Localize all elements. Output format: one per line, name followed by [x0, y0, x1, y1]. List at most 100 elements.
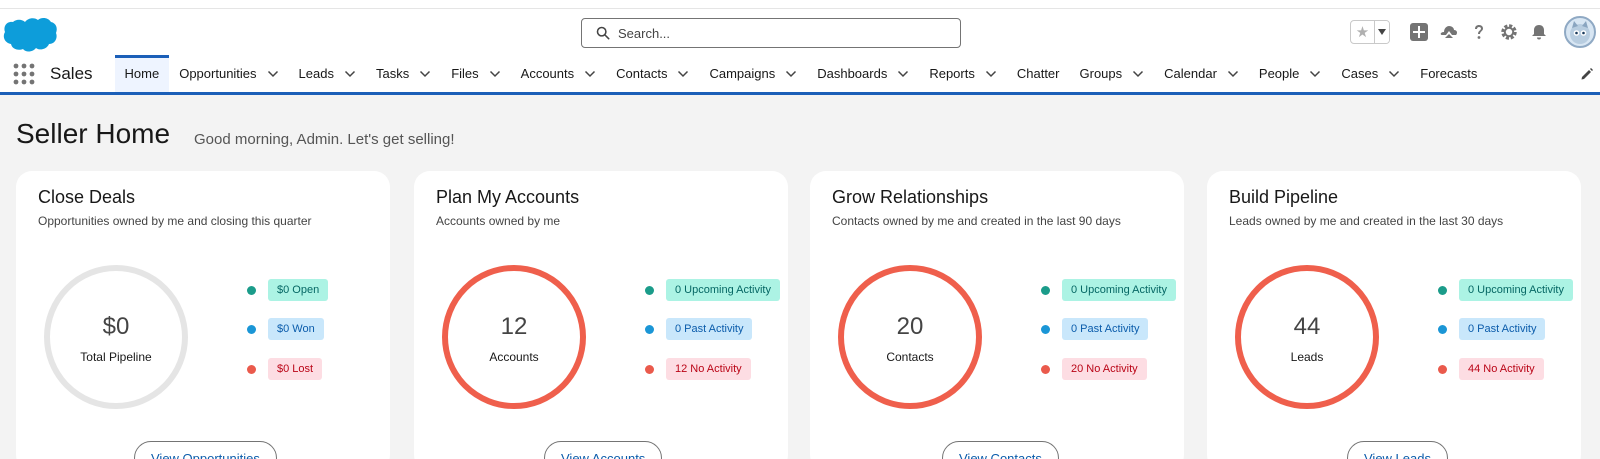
nav-tab-groups[interactable]: Groups	[1070, 55, 1155, 92]
app-name: Sales	[50, 63, 93, 83]
card-title: Close Deals	[38, 187, 136, 207]
nav-tab-campaigns[interactable]: Campaigns	[699, 55, 807, 92]
chevron-down-icon[interactable]	[1132, 68, 1144, 80]
legend-item: 0 Past Activity	[645, 318, 753, 340]
legend-pill[interactable]: 0 Upcoming Activity	[1459, 279, 1573, 301]
nav-tab-leads[interactable]: Leads	[289, 55, 366, 92]
legend-item: 0 Upcoming Activity	[1041, 279, 1176, 301]
nav-tab-dashboards[interactable]: Dashboards	[807, 55, 919, 92]
ring-label: Total Pipeline	[80, 350, 152, 364]
legend-dot	[645, 285, 654, 295]
trailhead-button[interactable]	[1434, 17, 1464, 47]
top-strip	[0, 0, 1600, 9]
legend-dot	[645, 324, 654, 334]
legend-pill[interactable]: 0 Past Activity	[1459, 318, 1546, 340]
legend-dot	[1438, 285, 1447, 295]
chevron-down-icon[interactable]	[344, 68, 356, 80]
legend-pill[interactable]: 0 Upcoming Activity	[1062, 279, 1176, 301]
nav-tab-accounts[interactable]: Accounts	[511, 55, 606, 92]
ring-value: $0	[102, 313, 130, 340]
nav-tab-label: Chatter	[1016, 66, 1060, 81]
avatar[interactable]	[1564, 16, 1596, 48]
search-input[interactable]	[618, 25, 938, 41]
favorites-group: ★	[1350, 20, 1390, 44]
legend-dot	[247, 285, 256, 295]
app-launcher-grid-icon	[13, 63, 35, 84]
ring-label: Accounts	[489, 350, 539, 364]
summary-ring: 44 Leads	[1235, 265, 1379, 409]
nav-tab-label: Home	[124, 66, 160, 81]
chevron-down-icon[interactable]	[267, 68, 279, 80]
ring-value: 20	[896, 313, 924, 340]
edit-nav-pencil-icon[interactable]	[1580, 67, 1594, 81]
favorites-dropdown-button[interactable]	[1375, 21, 1389, 43]
nav-tab-files[interactable]: Files	[441, 55, 510, 92]
app-launcher-button[interactable]	[0, 55, 48, 92]
chevron-down-icon[interactable]	[985, 68, 997, 80]
view-button-accounts[interactable]: View Accounts	[544, 441, 663, 459]
chevron-down-icon[interactable]	[677, 68, 689, 80]
legend-pill[interactable]: 0 Past Activity	[1062, 318, 1149, 340]
global-search[interactable]	[581, 18, 961, 48]
chevron-down-icon[interactable]	[1309, 68, 1321, 80]
chevron-down-icon[interactable]	[584, 68, 596, 80]
legend-item: $0 Won	[247, 318, 324, 340]
legend-pill[interactable]: 0 Upcoming Activity	[666, 279, 780, 301]
legend-dot	[247, 364, 256, 374]
nav-tab-chatter[interactable]: Chatter	[1007, 55, 1070, 92]
nav-tab-label: People	[1258, 66, 1300, 81]
help-button[interactable]	[1464, 17, 1494, 47]
chevron-down-icon[interactable]	[897, 68, 909, 80]
nav-tab-forecasts[interactable]: Forecasts	[1410, 55, 1487, 92]
nav-tab-reports[interactable]: Reports	[919, 55, 1007, 92]
nav-tab-label: Cases	[1341, 66, 1379, 81]
legend-dot	[1438, 324, 1447, 334]
global-actions-button[interactable]	[1404, 17, 1434, 47]
card-plan-my-accounts: Plan My Accounts Accounts owned by me 12 Ac…	[414, 171, 788, 459]
nav-tab-tasks[interactable]: Tasks	[366, 55, 441, 92]
legend-pill[interactable]: $0 Won	[268, 318, 324, 340]
summary-ring: $0 Total Pipeline	[44, 265, 188, 409]
chevron-down-icon[interactable]	[785, 68, 797, 80]
legend-item: 0 Upcoming Activity	[1438, 279, 1573, 301]
nav-tab-home[interactable]: Home	[114, 55, 170, 92]
nav-tab-calendar[interactable]: Calendar	[1154, 55, 1249, 92]
legend-pill[interactable]: 20 No Activity	[1062, 358, 1147, 380]
legend-dot	[1041, 324, 1050, 334]
nav-tab-cases[interactable]: Cases	[1331, 55, 1410, 92]
summary-ring: 20 Contacts	[838, 265, 982, 409]
view-button-contacts[interactable]: View Contacts	[942, 441, 1059, 459]
bell-icon	[1532, 25, 1546, 40]
card-subtitle: Opportunities owned by me and closing th…	[38, 214, 312, 228]
chevron-down-icon[interactable]	[1388, 68, 1400, 80]
nav-tab-opportunities[interactable]: Opportunities	[169, 55, 288, 92]
legend-pill[interactable]: 12 No Activity	[666, 358, 751, 380]
nav-items: Home Opportunities Leads Tasks Files Accounts…	[114, 55, 1488, 92]
view-button-total-pipeline[interactable]: View Opportunities	[134, 441, 277, 459]
legend-pill[interactable]: $0 Lost	[268, 358, 323, 380]
nav-tab-contacts[interactable]: Contacts	[606, 55, 699, 92]
chevron-down-icon[interactable]	[489, 68, 501, 80]
card-subtitle: Leads owned by me and created in the las…	[1229, 214, 1504, 228]
legend-pill[interactable]: $0 Open	[268, 279, 329, 301]
view-button-leads[interactable]: View Leads	[1347, 441, 1448, 459]
legend-pill[interactable]: 44 No Activity	[1459, 358, 1544, 380]
notifications-button[interactable]	[1524, 17, 1554, 47]
star-icon[interactable]: ★	[1351, 21, 1375, 43]
nav-tab-people[interactable]: People	[1249, 55, 1331, 92]
chevron-down-icon[interactable]	[419, 68, 431, 80]
nav-tab-label: Reports	[929, 66, 975, 81]
legend-item: $0 Lost	[247, 358, 323, 380]
card-close-deals: Close Deals Opportunities owned by me and…	[16, 171, 390, 459]
help-icon	[1475, 25, 1483, 39]
salesforce-cloud-logo[interactable]	[2, 16, 58, 56]
header-actions: ★	[1350, 9, 1600, 55]
setup-button[interactable]	[1494, 17, 1524, 47]
ring-label: Leads	[1290, 350, 1324, 364]
legend-pill[interactable]: 0 Past Activity	[666, 318, 753, 340]
astro-avatar-icon	[1570, 21, 1590, 44]
legend-dot	[1438, 364, 1447, 374]
card-title: Build Pipeline	[1229, 187, 1339, 207]
navigation-bar: Sales Home Opportunities Leads Tasks Files Ac…	[0, 55, 1600, 95]
chevron-down-icon[interactable]	[1227, 68, 1239, 80]
